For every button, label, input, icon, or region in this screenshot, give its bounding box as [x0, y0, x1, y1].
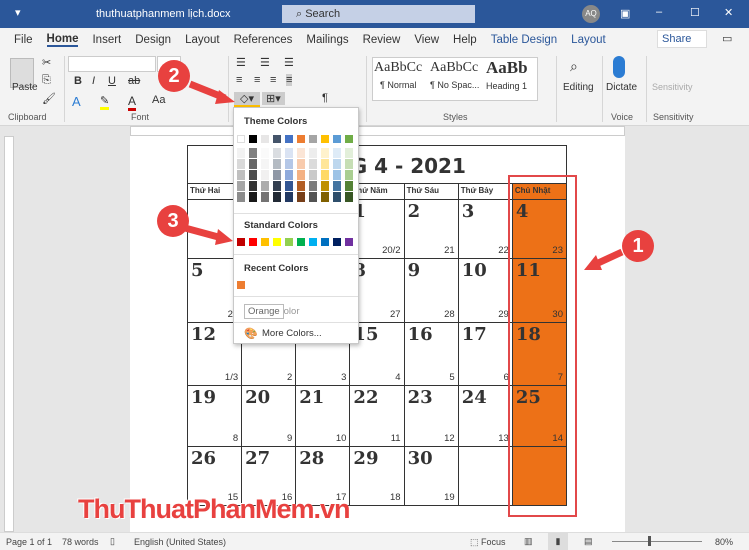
status-bar: Page 1 of 1 78 words ▯ English (United S… [0, 532, 749, 550]
annotation-arrows [184, 80, 624, 270]
proofing-icon[interactable]: ▯ [110, 536, 115, 547]
arrow-1 [594, 248, 624, 268]
arrow-3-head [215, 229, 233, 245]
zoom-level[interactable]: 80% [715, 537, 733, 547]
focus-label: Focus [481, 537, 506, 547]
page-count[interactable]: Page 1 of 1 [6, 537, 52, 547]
zoom-slider-thumb[interactable] [648, 536, 651, 546]
watermark-logo: ThuThuatPhanMem.vn [78, 494, 350, 524]
language[interactable]: English (United States) [134, 537, 226, 547]
zoom-slider[interactable] [612, 541, 702, 542]
read-mode-icon[interactable]: ▥ [524, 536, 533, 547]
print-layout-icon[interactable]: ▮ [548, 533, 568, 550]
focus-button[interactable]: ⬚ Focus [470, 537, 506, 548]
web-layout-icon[interactable]: ▤ [584, 536, 593, 547]
word-count[interactable]: 78 words [62, 537, 99, 547]
arrow-3 [184, 224, 223, 242]
